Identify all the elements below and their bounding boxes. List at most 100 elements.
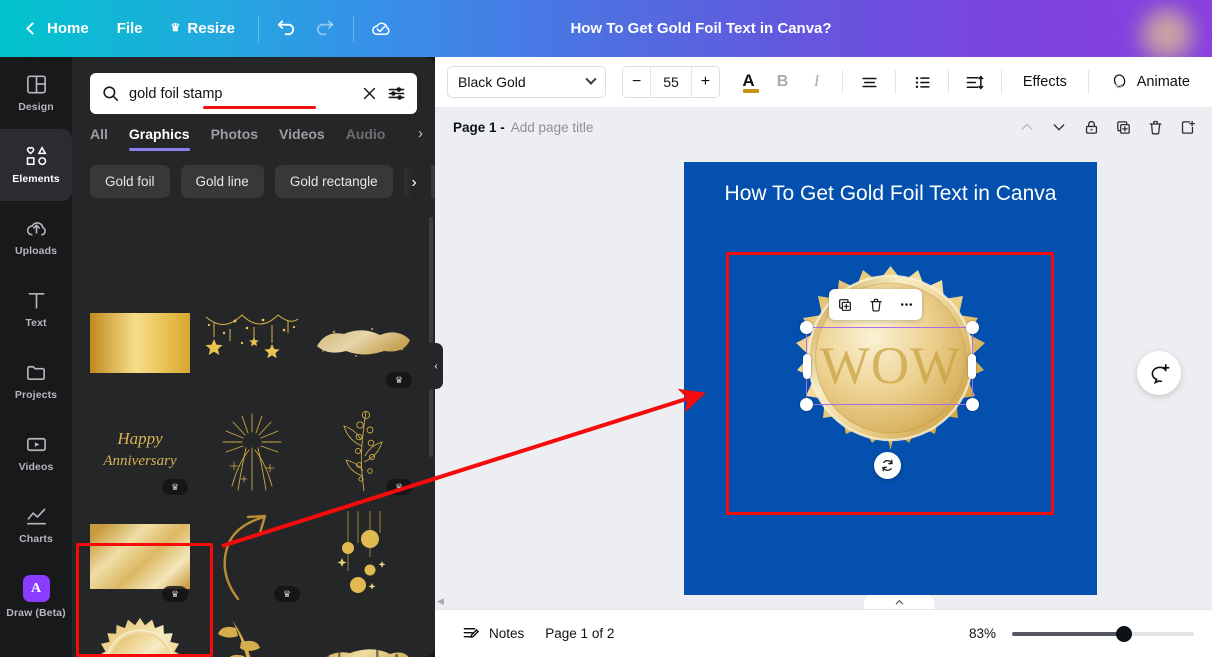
element-gold-gradient-rectangle[interactable] [90,295,190,390]
crown-icon: ♛ [170,22,181,34]
text-align-button[interactable] [854,65,884,99]
bullet-list-button[interactable] [907,65,937,99]
search-annotation-underline [203,106,316,109]
sidebar-item-projects[interactable]: Projects [0,345,72,417]
resize-handle-left[interactable] [803,354,811,379]
chevron-up-icon [1021,123,1033,130]
duplicate-page-button[interactable] [1108,112,1138,142]
zoom-slider[interactable] [1012,625,1194,642]
sidebar-item-draw[interactable]: A Draw (Beta) [0,561,72,633]
element-happy-anniversary-script[interactable]: Happy Anniversary ♛ [90,402,190,497]
toolbar-divider-4 [1000,70,1002,94]
sidebar-item-design[interactable]: Design [0,57,72,129]
sidebar-item-charts[interactable]: Charts [0,489,72,561]
animate-label: Animate [1136,74,1190,90]
lock-icon [1085,120,1097,134]
element-gold-foil-texture[interactable]: ♛ [90,509,190,604]
text-color-swatch [742,89,759,93]
search-input[interactable] [129,85,352,102]
notes-button[interactable]: Notes [453,618,533,649]
pro-crown-icon: ♛ [386,372,412,388]
line-spacing-button[interactable] [960,65,990,99]
chip-gold-rectangle[interactable]: Gold rectangle [274,165,393,198]
canvas-title-text[interactable]: How To Get Gold Foil Text in Canva [710,180,1071,209]
tab-graphics[interactable]: Graphics [128,126,190,151]
new-chat-button[interactable] [1137,351,1181,395]
zoom-slider-knob[interactable] [1116,625,1132,642]
font-size-decrease-button[interactable]: − [623,67,650,97]
sidebar-item-elements[interactable]: Elements [0,129,72,201]
design-canvas[interactable]: How To Get Gold Foil Text in Canva WOW [684,162,1097,633]
cloud-saved-button[interactable] [363,10,401,48]
tab-all[interactable]: All [90,126,108,151]
page-title-input[interactable]: Add page title [511,120,594,135]
bold-button[interactable]: B [768,65,798,99]
element-gold-curved-arrow[interactable]: ♛ [202,509,302,604]
lock-page-button[interactable] [1076,112,1106,142]
element-selection-frame[interactable] [800,321,979,411]
header-divider-2 [352,15,354,42]
element-gold-glitter-brush[interactable]: ♛ [314,295,414,390]
pro-crown-icon: ♛ [162,479,188,495]
font-size-increase-button[interactable]: + [692,67,719,97]
font-size-stepper: − 55 + [622,66,720,98]
more-options-button[interactable] [894,293,920,317]
close-icon[interactable] [361,85,378,102]
rotate-handle[interactable] [874,452,901,479]
delete-page-button[interactable] [1140,112,1170,142]
tab-photos[interactable]: Photos [211,126,258,151]
move-page-up-button[interactable] [1012,112,1042,142]
redo-button[interactable] [306,10,344,48]
resize-handle-bottom-right[interactable] [966,398,979,411]
resize-button[interactable]: ♛ Resize [157,13,249,44]
more-horizontal-icon [900,303,913,306]
element-floating-toolbar [829,289,922,320]
horizontal-scroll-left-icon[interactable]: ◀ [437,596,444,607]
file-menu-button[interactable]: File [103,13,157,44]
sidebar-item-text[interactable]: Text [0,273,72,345]
chip-gold-foil[interactable]: Gold foil [90,165,170,198]
font-family-select[interactable]: Black Gold [447,66,607,98]
sidebar-item-videos[interactable]: Videos [0,417,72,489]
element-gold-paint-stroke[interactable]: ♛ [314,616,414,657]
element-gold-firework-sparkle[interactable] [202,402,302,497]
tabs-next-chevron-right-icon[interactable]: › [418,125,423,142]
panel-collapse-chevron-left-icon[interactable]: ‹ [429,343,443,389]
element-gold-hanging-baubles[interactable] [314,509,414,604]
move-page-down-button[interactable] [1044,112,1074,142]
italic-button[interactable]: I [802,65,832,99]
sidebar-item-label: Uploads [14,245,58,257]
chips-next-chevron-right-icon[interactable]: › [397,165,431,198]
trash-icon [869,298,882,312]
chip-gold-line[interactable]: Gold line [180,165,264,198]
expand-pages-panel-button[interactable] [864,595,934,609]
element-gold-star-garland[interactable] [202,295,302,390]
element-gold-starburst-stamp[interactable]: ♛ [90,616,190,657]
effects-button[interactable]: Effects [1013,66,1077,98]
tab-audio[interactable]: Audio [346,126,386,151]
draw-a-icon: A [22,575,50,602]
sidebar-item-uploads[interactable]: Uploads [0,201,72,273]
resize-handle-top-left[interactable] [800,321,813,334]
resize-handle-top-right[interactable] [966,321,979,334]
home-button[interactable]: Home [14,13,103,44]
resize-handle-right[interactable] [968,354,976,379]
element-gold-floral-sprig[interactable]: ♛ [314,402,414,497]
font-size-value[interactable]: 55 [649,67,693,97]
text-color-button[interactable]: A [734,65,764,99]
panel-scrollbar[interactable] [429,217,433,457]
zoom-slider-fill [1012,631,1124,636]
resize-handle-bottom-left[interactable] [800,398,813,411]
animate-button[interactable]: Animate [1100,64,1200,100]
sidebar-item-label: Design [18,101,54,113]
element-gold-leaf-branch[interactable]: ♛ [202,616,302,657]
sliders-icon[interactable] [387,84,406,103]
gold-star-garland-thumb [205,313,299,358]
page-counter: Page 1 of 2 [545,626,615,641]
layout-icon [26,75,46,94]
undo-button[interactable] [268,10,306,48]
duplicate-element-button[interactable] [832,293,858,317]
add-page-button[interactable] [1172,112,1202,142]
tab-videos[interactable]: Videos [279,126,325,151]
delete-element-button[interactable] [863,293,889,317]
